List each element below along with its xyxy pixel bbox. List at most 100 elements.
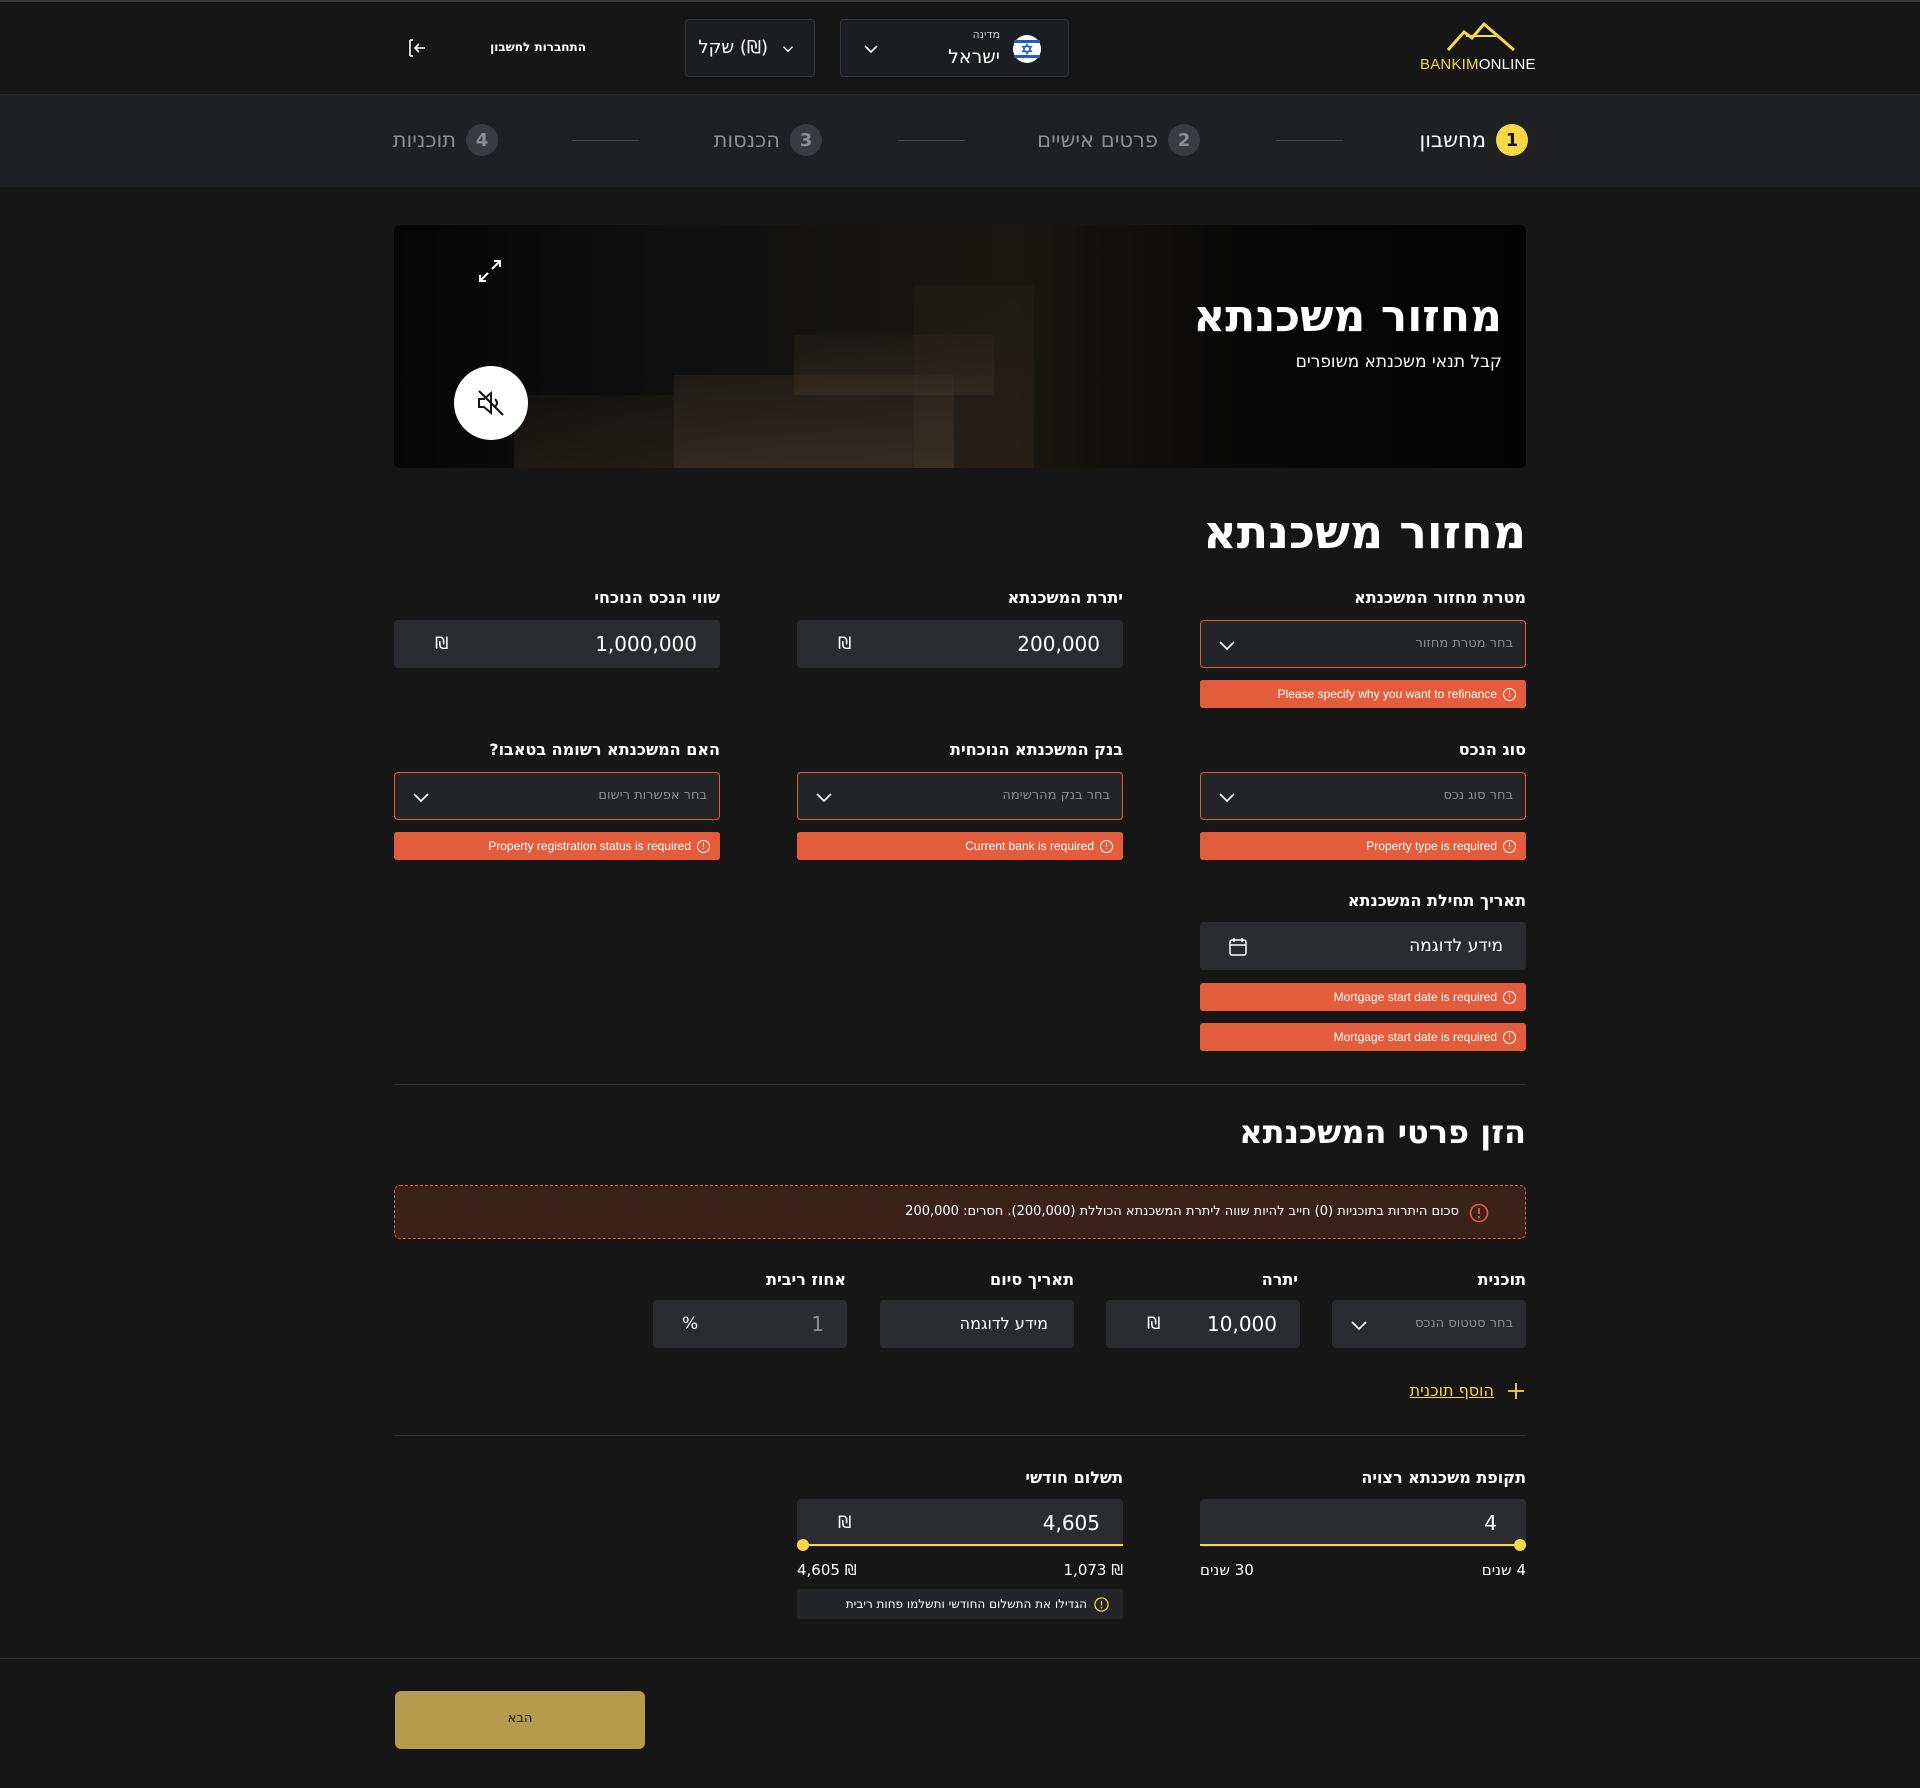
period-slider-thumb[interactable] — [1514, 1539, 1526, 1551]
period-slider[interactable] — [1200, 1538, 1526, 1552]
start-date-error: Mortgage start date is required ! — [1200, 983, 1526, 1011]
property-value-input[interactable]: 1,000,000 ₪ — [394, 620, 720, 668]
step-2-number: 2 — [1168, 124, 1200, 156]
shekel-symbol: ₪ — [1147, 1314, 1161, 1334]
warning-icon — [1469, 1203, 1489, 1223]
balance-warning-text: סכום היתרות בתוכניות (0) חייב להיות שווה… — [905, 1204, 1459, 1219]
next-button[interactable]: הבא — [395, 1691, 645, 1749]
start-date-value: מידע לדוגמה — [1409, 936, 1503, 956]
info-icon: ! — [1503, 839, 1516, 853]
step-3[interactable]: 3 הכנסות — [712, 123, 822, 157]
payment-hint: הגדילו את התשלום החודשי ותשלמו פחות ריבי… — [797, 1589, 1123, 1619]
payment-slider[interactable] — [797, 1538, 1123, 1552]
purpose-error: Please specify why you want to refinance… — [1200, 680, 1526, 708]
step-connector — [572, 140, 639, 141]
start-date-label: תאריך תחילת המשכנתא — [1347, 891, 1526, 910]
end-date-label: תאריך סיום — [990, 1270, 1074, 1289]
property-value-value: 1,000,000 — [595, 632, 697, 656]
registration-error-text: Property registration status is required — [488, 839, 691, 853]
purpose-label: מטרת מחזור המשכנתא — [1354, 588, 1526, 607]
property-type-label: סוג הנכס — [1458, 740, 1526, 759]
info-icon: ! — [1100, 839, 1113, 853]
country-value: ישראל — [948, 46, 1000, 68]
calendar-icon — [1229, 938, 1247, 956]
add-plan-label: הוסף תוכנית — [1409, 1381, 1494, 1400]
current-bank-placeholder: בחר בנק מהרשימה — [1002, 788, 1110, 803]
mute-button[interactable] — [454, 366, 528, 440]
step-3-number: 3 — [790, 124, 822, 156]
currency-select[interactable]: (₪) שקל — [685, 19, 815, 77]
period-label: תקופת משכנתא רצויה — [1361, 1468, 1526, 1487]
current-bank-error: Current bank is required ! — [797, 832, 1123, 860]
balance-value: 200,000 — [1017, 632, 1100, 656]
chevron-down-icon — [816, 793, 832, 803]
current-bank-select[interactable]: בחר בנק מהרשימה — [797, 772, 1123, 820]
payment-slider-thumb[interactable] — [797, 1539, 809, 1551]
payment-hint-text: הגדילו את התשלום החודשי ותשלמו פחות ריבי… — [845, 1597, 1087, 1611]
step-2[interactable]: 2 פרטים אישיים — [1035, 123, 1200, 157]
info-icon: ! — [1503, 990, 1516, 1004]
steps-bar — [0, 95, 1920, 187]
payment-label: תשלום חודשי — [1025, 1468, 1123, 1487]
login-button[interactable]: התחברות לחשבון — [400, 30, 600, 66]
step-1-label: מחשבון — [1419, 128, 1486, 152]
step-4-number: 4 — [466, 124, 498, 156]
current-bank-error-text: Current bank is required — [965, 839, 1094, 853]
property-value-label: שווי הנכס הנוכחי — [594, 588, 720, 607]
purpose-error-text: Please specify why you want to refinance — [1277, 687, 1497, 701]
end-date-value: מידע לדוגמה — [959, 1314, 1048, 1333]
property-type-error-text: Property type is required — [1366, 839, 1497, 853]
section-divider — [394, 1435, 1526, 1436]
chevron-down-icon — [864, 45, 878, 54]
login-label: התחברות לחשבון — [490, 40, 586, 54]
footer-divider — [0, 1658, 1920, 1659]
purpose-select[interactable]: בחר מטרת מחזור — [1200, 620, 1526, 668]
logo[interactable]: BANKIMONLINE — [1418, 22, 1536, 76]
login-icon — [409, 39, 425, 57]
property-type-select[interactable]: בחר סוג נכס — [1200, 772, 1526, 820]
end-date-input[interactable]: מידע לדוגמה — [880, 1300, 1074, 1348]
shekel-symbol: ₪ — [838, 634, 852, 654]
country-select[interactable]: מדינה ישראל — [840, 19, 1069, 77]
start-date-input[interactable]: מידע לדוגמה — [1200, 922, 1526, 970]
plan-balance-label: יתרה — [1261, 1270, 1298, 1289]
plan-balance-value: 10,000 — [1207, 1312, 1277, 1336]
step-connector — [1276, 140, 1343, 141]
add-plan-button[interactable]: הוסף תוכנית — [1400, 1378, 1526, 1404]
chevron-down-icon — [1219, 793, 1235, 803]
logo-text-bankim: BANKIM — [1420, 56, 1479, 73]
hero-video: מחזור משכנתא קבל תנאי משכנתא משופרים — [394, 225, 1526, 468]
step-connector — [898, 140, 965, 141]
expand-icon[interactable] — [476, 257, 504, 285]
chevron-down-icon — [1219, 641, 1235, 651]
chevron-down-icon — [413, 793, 429, 803]
country-label: מדינה — [972, 28, 1000, 41]
currency-value: (₪) שקל — [698, 37, 768, 58]
hero-title: מחזור משכנתא — [1193, 291, 1502, 342]
rate-value: 1 — [811, 1312, 824, 1336]
registration-select[interactable]: בחר אפשרות רישום — [394, 772, 720, 820]
shekel-symbol: ₪ — [435, 634, 449, 654]
plan-select[interactable]: בחר סטטוס הנכס — [1332, 1300, 1526, 1348]
info-icon: ! — [697, 839, 710, 853]
plan-placeholder: בחר סטטוס הנכס — [1415, 1316, 1513, 1331]
current-bank-label: בנק המשכנתא הנוכחית — [950, 740, 1123, 759]
payment-slider-track — [797, 1544, 1123, 1546]
rate-input[interactable]: 1 % — [653, 1300, 847, 1348]
step-4[interactable]: 4 תוכניות — [390, 123, 498, 157]
plan-balance-input[interactable]: 10,000 ₪ — [1106, 1300, 1300, 1348]
rate-label: אחוז ריבית — [766, 1270, 846, 1289]
balance-input[interactable]: 200,000 ₪ — [797, 620, 1123, 668]
details-title: הזן פרטי המשכנתא — [1239, 1113, 1526, 1151]
property-type-placeholder: בחר סוג נכס — [1443, 788, 1513, 803]
hero-subtitle: קבל תנאי משכנתא משופרים — [1295, 352, 1502, 372]
period-min-label: 4 שנים — [1481, 1561, 1526, 1579]
period-max-label: 30 שנים — [1200, 1561, 1254, 1579]
purpose-placeholder: בחר מטרת מחזור — [1415, 636, 1513, 651]
registration-error: Property registration status is required… — [394, 832, 720, 860]
property-type-error: Property type is required ! — [1200, 832, 1526, 860]
step-1[interactable]: 1 מחשבון — [1410, 123, 1528, 157]
next-button-label: הבא — [507, 1711, 533, 1726]
hero-building-shape — [914, 285, 1034, 468]
step-2-label: פרטים אישיים — [1037, 128, 1158, 152]
